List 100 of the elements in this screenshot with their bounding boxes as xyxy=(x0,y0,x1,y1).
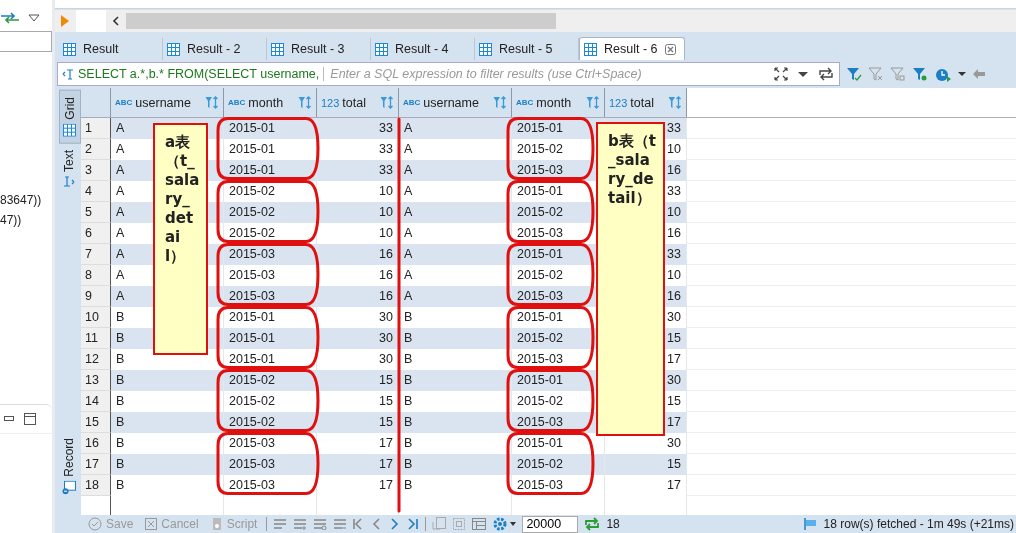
table-cell: 2015-03 xyxy=(512,475,605,496)
filter-icon[interactable] xyxy=(890,66,906,82)
code-line: 83647)) xyxy=(0,192,42,208)
grid-icon xyxy=(375,42,388,56)
row-number: 14 xyxy=(81,391,111,412)
sort-filter-icon[interactable] xyxy=(586,95,600,110)
sort-filter-icon[interactable] xyxy=(493,95,507,110)
result-tab[interactable]: Result - 6 xyxy=(579,37,685,60)
record-icon xyxy=(62,481,76,495)
play-icon[interactable] xyxy=(60,14,70,28)
sticky-note: b表（t_salary_detail） xyxy=(596,122,665,436)
row-number: 2 xyxy=(81,139,111,160)
row-number: 9 xyxy=(81,286,111,307)
row-number: 12 xyxy=(81,349,111,370)
table-cell: 17 xyxy=(605,475,687,496)
expand-icon[interactable] xyxy=(773,66,789,82)
result-tab[interactable]: Result - 2 xyxy=(163,38,267,60)
row-number: 17 xyxy=(81,454,111,475)
code-line: 47)) xyxy=(0,212,22,228)
row-number: 10 xyxy=(81,307,111,328)
table-cell: A xyxy=(399,118,512,139)
table-cell: 2015-03 xyxy=(224,454,317,475)
column-header[interactable]: ABC username xyxy=(399,88,512,117)
result-tab[interactable]: Result - 4 xyxy=(371,38,475,60)
table-cell: 2015-02 xyxy=(224,202,317,223)
row-number: 18 xyxy=(81,475,111,496)
table-cell: B xyxy=(399,328,512,349)
side-tab[interactable]: Record xyxy=(59,432,79,501)
add-row-icon[interactable] xyxy=(293,518,308,530)
gear-dropdown-icon[interactable] xyxy=(492,516,517,532)
table-cell: B xyxy=(399,370,512,391)
row-number: 4 xyxy=(81,181,111,202)
minimize-icon[interactable] xyxy=(4,416,14,422)
refresh-icon xyxy=(584,517,601,531)
table-cell: A xyxy=(399,202,512,223)
sort-filter-icon[interactable] xyxy=(668,95,682,110)
row-number: 6 xyxy=(81,223,111,244)
sort-filter-icon[interactable] xyxy=(205,95,219,110)
grid-icon xyxy=(63,42,76,56)
sort-filter-icon[interactable] xyxy=(298,95,312,110)
table-cell: B xyxy=(111,454,224,475)
clock-icon[interactable] xyxy=(934,66,952,82)
table-cell: A xyxy=(399,244,512,265)
scroll-left-icon[interactable] xyxy=(112,16,120,26)
maximize-icon[interactable] xyxy=(24,413,36,425)
row-number: 1 xyxy=(81,118,111,139)
copy-row-icon[interactable] xyxy=(313,518,328,530)
column-header[interactable]: 123 total xyxy=(605,88,687,117)
column-header[interactable]: ABC month xyxy=(512,88,605,117)
table-cell: 17 xyxy=(317,454,399,475)
editor-area xyxy=(76,10,106,32)
filter-icon[interactable] xyxy=(846,66,862,82)
result-tab[interactable]: Result - 3 xyxy=(267,38,371,60)
row-number: 3 xyxy=(81,160,111,181)
sticky-note: a表（t_salary_detail） xyxy=(153,123,208,355)
sort-filter-icon[interactable] xyxy=(380,95,394,110)
table-cell: 33 xyxy=(317,118,399,139)
row-number: 8 xyxy=(81,265,111,286)
table-cell: 10 xyxy=(317,202,399,223)
refresh-button[interactable]: 18 xyxy=(584,517,620,531)
swap-icon[interactable] xyxy=(0,12,20,24)
table-icon[interactable] xyxy=(472,518,487,530)
table-cell: 16 xyxy=(317,244,399,265)
flag-icon xyxy=(801,518,818,530)
row-number: 11 xyxy=(81,328,111,349)
grid-icon xyxy=(63,123,77,137)
table-cell: B xyxy=(399,454,512,475)
side-tab[interactable]: Text xyxy=(59,143,79,194)
copy-icon[interactable] xyxy=(432,517,447,531)
result-tab[interactable]: Result xyxy=(59,38,163,60)
edit-rows-icon[interactable] xyxy=(273,518,288,530)
table-cell: 2015-02 xyxy=(512,454,605,475)
dropdown-icon[interactable] xyxy=(28,14,40,22)
fetch-size-field[interactable]: 20000 xyxy=(522,515,579,533)
side-tab[interactable]: Grid xyxy=(59,90,81,144)
result-tab[interactable]: Result - 5 xyxy=(475,38,579,60)
table-cell: 15 xyxy=(317,370,399,391)
search-field[interactable] xyxy=(0,31,52,52)
table-cell: 15 xyxy=(317,412,399,433)
close-icon[interactable] xyxy=(664,43,676,55)
select-icon[interactable] xyxy=(452,517,467,531)
column-header[interactable]: ABC month xyxy=(224,88,317,117)
table-cell: A xyxy=(399,160,512,181)
delete-row-icon[interactable] xyxy=(333,518,348,530)
table-cell: 30 xyxy=(317,328,399,349)
column-header[interactable]: ABC username xyxy=(111,88,224,117)
filter-clear-icon[interactable] xyxy=(868,66,884,82)
filter-field[interactable]: SELECT a.*,b.* FROM(SELECT username, Enter a SQL expression to filter results (use Ctrl+Space) xyxy=(57,62,840,86)
table-cell: B xyxy=(399,475,512,496)
grid-icon xyxy=(479,42,492,56)
last-page-icon[interactable] xyxy=(407,517,420,531)
refresh-icon[interactable] xyxy=(817,66,835,82)
row-number: 16 xyxy=(81,433,111,454)
table-cell: A xyxy=(399,286,512,307)
table-cell: 15 xyxy=(605,454,687,475)
table-cell: B xyxy=(111,412,224,433)
table-cell: B xyxy=(111,370,224,391)
column-header[interactable]: 123 total xyxy=(317,88,399,117)
filter-settings-icon[interactable] xyxy=(912,66,928,82)
table-cell: 2015-01 xyxy=(224,328,317,349)
